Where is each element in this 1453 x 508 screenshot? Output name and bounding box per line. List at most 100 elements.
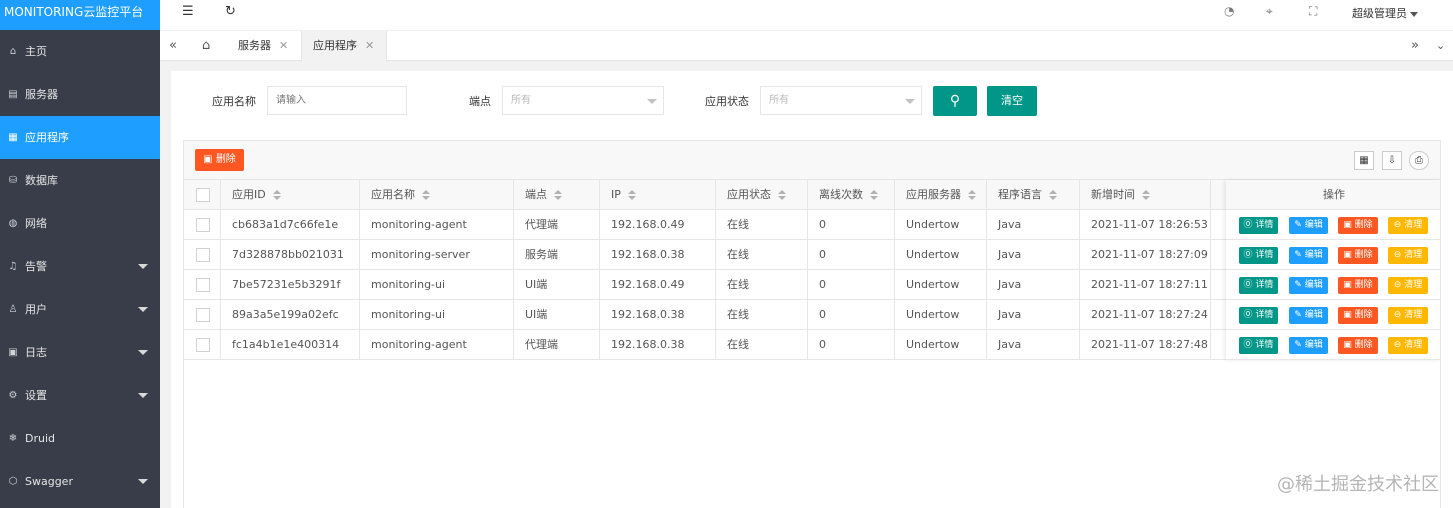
fullscreen-icon[interactable]: ⛶	[1309, 4, 1317, 19]
pencil-icon: ✎	[1294, 220, 1305, 230]
col-app-name-header[interactable]: 应用名称	[360, 180, 514, 210]
chevron-down-icon	[647, 99, 657, 104]
edit-button[interactable]: ✎ 编辑	[1289, 277, 1328, 294]
col-ip-cell: 192.168.0.38	[600, 330, 716, 360]
search-button[interactable]: ⚲	[933, 86, 977, 116]
row-checkbox[interactable]	[196, 248, 210, 262]
trash-icon: ▣	[1343, 220, 1355, 230]
delete-button[interactable]: ▣ 删除	[1338, 307, 1378, 324]
home-tab-icon[interactable]: ⌂	[202, 31, 210, 62]
delete-button[interactable]: ▣ 删除	[1338, 277, 1378, 294]
col-created-time-header[interactable]: 新增时间	[1080, 180, 1211, 210]
col-endpoint-cell: 代理端	[514, 330, 600, 360]
sidebar-item-druid[interactable]: ❄ Druid	[0, 417, 160, 460]
watermark: @稀土掘金技术社区	[1277, 474, 1439, 495]
col-endpoint-header[interactable]: 端点	[514, 180, 600, 210]
close-icon[interactable]: ✕	[365, 39, 374, 52]
cell-value: 2021-11-07 18:27:48	[1091, 338, 1208, 351]
col-status-header[interactable]: 应用状态	[716, 180, 808, 210]
delete-button[interactable]: ▣ 删除	[1338, 337, 1378, 354]
tabs-menu-icon[interactable]: ⌄	[1436, 31, 1445, 62]
cell-value: 0	[819, 218, 826, 231]
minus-circle-icon: ⊖	[1393, 310, 1405, 320]
tabs-scroll-right-icon[interactable]: »	[1411, 31, 1419, 62]
col-offline-count-cell: 0	[808, 210, 895, 240]
sidebar-item-server[interactable]: ▤ 服务器	[0, 73, 160, 116]
sort-icon[interactable]	[554, 190, 562, 200]
endpoint-select[interactable]: 所有	[502, 86, 664, 115]
clean-button[interactable]: ⊖ 清理	[1388, 337, 1428, 354]
sidebar-item-user[interactable]: ♙ 用户	[0, 288, 160, 331]
detail-button[interactable]: ⓪ 详情	[1239, 307, 1278, 324]
app-name-input[interactable]	[267, 86, 407, 115]
clear-button[interactable]: 清空	[987, 86, 1037, 116]
clean-button[interactable]: ⊖ 清理	[1388, 277, 1428, 294]
detail-button[interactable]: ⓪ 详情	[1239, 337, 1278, 354]
sort-icon[interactable]	[1142, 190, 1150, 200]
tab-servers[interactable]: 服务器 ✕	[237, 31, 288, 62]
sidebar-item-log[interactable]: ▣ 日志	[0, 331, 160, 374]
tab-applications[interactable]: 应用程序 ✕	[301, 31, 387, 62]
menu-toggle-icon[interactable]: ☰	[182, 4, 194, 19]
col-language-header[interactable]: 程序语言	[987, 180, 1080, 210]
delete-button[interactable]: ▣ 删除	[1338, 247, 1378, 264]
clean-button[interactable]: ⊖ 清理	[1388, 217, 1428, 234]
sort-icon[interactable]	[422, 190, 430, 200]
button-label: 删除	[1354, 220, 1373, 230]
row-checkbox[interactable]	[196, 278, 210, 292]
sort-icon[interactable]	[627, 190, 636, 200]
edit-button[interactable]: ✎ 编辑	[1289, 217, 1328, 234]
sidebar-item-label: 设置	[25, 389, 47, 402]
select-all-checkbox[interactable]	[196, 188, 210, 202]
close-icon[interactable]: ✕	[279, 39, 288, 52]
checkbox-cell	[184, 330, 221, 360]
col-offline-count-cell: 0	[808, 270, 895, 300]
edit-button[interactable]: ✎ 编辑	[1289, 247, 1328, 264]
print-icon[interactable]: ⎙	[1409, 151, 1429, 170]
sort-icon[interactable]	[778, 190, 786, 200]
refresh-icon[interactable]: ↻	[225, 4, 236, 19]
col-app-id-header[interactable]: 应用ID	[221, 180, 360, 210]
button-label: 删除	[1354, 310, 1373, 320]
detail-button[interactable]: ⓪ 详情	[1239, 277, 1278, 294]
row-checkbox[interactable]	[196, 308, 210, 322]
tag-icon[interactable]: ⌖	[1266, 4, 1273, 19]
col-app-server-cell: Undertow	[895, 300, 987, 330]
col-ip-header[interactable]: IP	[600, 180, 716, 210]
sort-icon[interactable]	[968, 190, 976, 200]
batch-delete-button[interactable]: ▣ 删除	[195, 149, 244, 171]
user-menu[interactable]: 超级管理员	[1352, 5, 1418, 21]
detail-button[interactable]: ⓪ 详情	[1239, 247, 1278, 264]
sidebar-item-home[interactable]: ⌂ 主页	[0, 30, 160, 73]
sort-icon[interactable]	[870, 190, 878, 200]
tabs-scroll-left-icon[interactable]: «	[169, 31, 177, 62]
sidebar-item-network[interactable]: ◍ 网络	[0, 202, 160, 245]
sort-icon[interactable]	[1049, 190, 1057, 200]
sidebar-item-settings[interactable]: ⚙ 设置	[0, 374, 160, 417]
clean-button[interactable]: ⊖ 清理	[1388, 247, 1428, 264]
export-icon[interactable]: ⇩	[1382, 151, 1402, 170]
status-select[interactable]: 所有	[760, 86, 922, 115]
col-offline-count-header[interactable]: 离线次数	[808, 180, 895, 210]
theme-icon[interactable]: ◔	[1224, 4, 1234, 18]
sidebar-item-label: 日志	[25, 346, 47, 359]
button-label: 详情	[1255, 340, 1274, 350]
columns-filter-icon[interactable]: ▦	[1354, 151, 1374, 170]
delete-button[interactable]: ▣ 删除	[1338, 217, 1378, 234]
col-app-server-header[interactable]: 应用服务器	[895, 180, 987, 210]
edit-button[interactable]: ✎ 编辑	[1289, 307, 1328, 324]
sidebar-item-apps[interactable]: ▦ 应用程序	[0, 116, 160, 159]
sidebar-item-database[interactable]: ⛁ 数据库	[0, 159, 160, 202]
edit-button[interactable]: ✎ 编辑	[1289, 337, 1328, 354]
main-content: 应用名称 端点 所有 应用状态 所有 ⚲ 清空 ▣ 删除 ▦ ⇩ ⎙ 应用ID 应…	[171, 71, 1453, 508]
row-checkbox[interactable]	[196, 218, 210, 232]
clean-button[interactable]: ⊖ 清理	[1388, 307, 1428, 324]
detail-button[interactable]: ⓪ 详情	[1239, 217, 1278, 234]
sidebar-item-swagger[interactable]: ⬡ Swagger	[0, 460, 160, 503]
sort-icon[interactable]	[272, 190, 281, 200]
row-checkbox[interactable]	[196, 338, 210, 352]
col-offline-count-cell: 0	[808, 330, 895, 360]
sidebar-item-bell[interactable]: ♫ 告警	[0, 245, 160, 288]
search-icon: ⚲	[949, 93, 961, 109]
button-label: 详情	[1255, 220, 1274, 230]
